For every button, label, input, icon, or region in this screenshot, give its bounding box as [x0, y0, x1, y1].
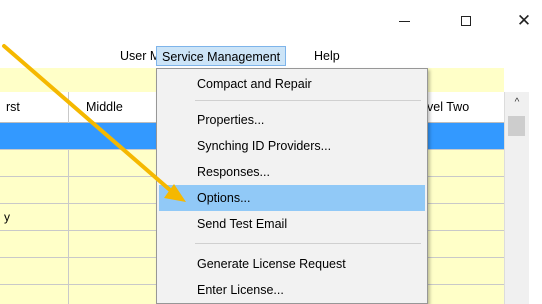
- annotation-arrow: [2, 44, 186, 202]
